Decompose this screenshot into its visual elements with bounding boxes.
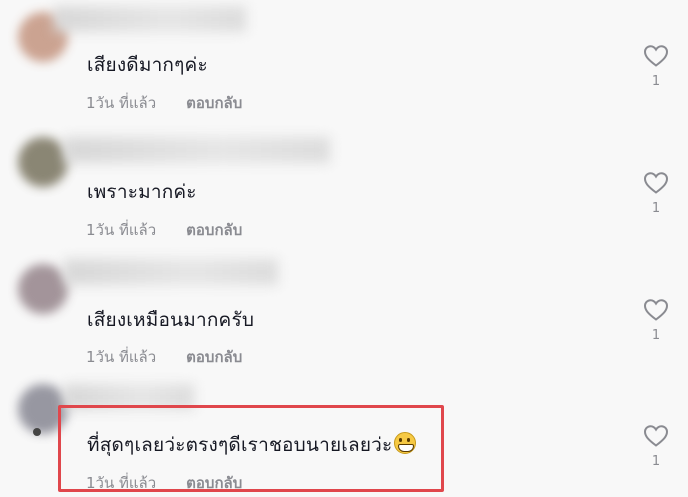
reply-button[interactable]: ตอบกลับ (186, 221, 242, 239)
comment-text: เพราะมากค่ะ (87, 181, 197, 203)
highlight-box (58, 405, 444, 492)
username-blurred[interactable] (64, 137, 330, 163)
heart-outline-icon (643, 172, 669, 194)
reply-button[interactable]: ตอบกลับ (186, 348, 242, 366)
comment-time: 1วัน ที่แล้ว (86, 221, 157, 239)
comment-time: 1วัน ที่แล้ว (86, 94, 157, 112)
reply-button[interactable]: ตอบกลับ (186, 94, 242, 112)
comment-text: เสียงเหมือนมากครับ (87, 309, 255, 331)
avatar[interactable] (18, 264, 68, 314)
like-count: 1 (651, 328, 661, 343)
like-button[interactable]: 1 (640, 424, 672, 469)
reply-indicator (33, 428, 41, 436)
heart-outline-icon (643, 45, 669, 67)
like-button[interactable]: 1 (640, 171, 672, 216)
like-count: 1 (651, 201, 661, 216)
comment-time: 1วัน ที่แล้ว (86, 348, 157, 366)
username-blurred[interactable] (54, 6, 246, 32)
heart-outline-icon (643, 299, 669, 321)
comment-meta: 1วัน ที่แล้ว ตอบกลับ (86, 218, 242, 242)
comment-text: เสียงดีมากๆค่ะ (87, 54, 208, 76)
like-count: 1 (651, 454, 661, 469)
like-count: 1 (651, 74, 661, 89)
like-button[interactable]: 1 (640, 44, 672, 89)
comment-meta: 1วัน ที่แล้ว ตอบกลับ (86, 345, 242, 369)
like-button[interactable]: 1 (640, 298, 672, 343)
heart-outline-icon (643, 425, 669, 447)
comment-meta: 1วัน ที่แล้ว ตอบกลับ (86, 91, 242, 115)
username-blurred[interactable] (64, 259, 278, 285)
avatar[interactable] (18, 137, 68, 187)
